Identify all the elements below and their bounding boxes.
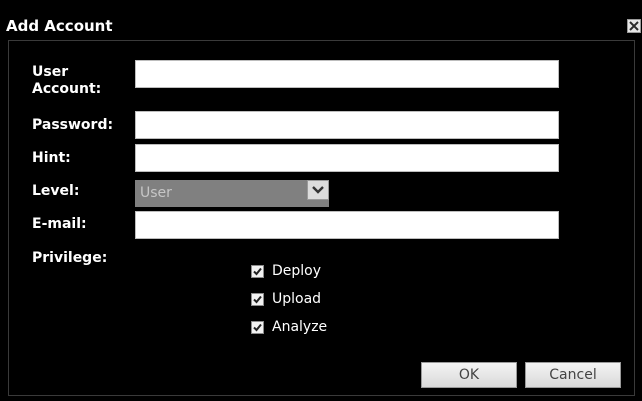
privilege-analyze-label: Analyze: [272, 319, 328, 335]
level-selected-value: User: [140, 185, 172, 201]
level-label: Level:: [32, 183, 80, 199]
close-icon: [629, 21, 639, 31]
password-label: Password:: [32, 117, 114, 133]
add-account-dialog: Add Account User Account: Password: Hint…: [0, 0, 642, 401]
privilege-upload-label: Upload: [272, 291, 322, 307]
hint-input[interactable]: [135, 144, 559, 172]
dialog-titlebar: Add Account: [4, 12, 642, 40]
password-input[interactable]: [135, 111, 559, 139]
hint-label: Hint:: [32, 150, 71, 166]
dialog-title: Add Account: [6, 17, 113, 35]
cancel-button[interactable]: Cancel: [525, 362, 621, 388]
checkbox-checked-icon: [251, 321, 264, 334]
close-button[interactable]: [627, 19, 641, 33]
ok-button[interactable]: OK: [421, 362, 517, 388]
user-account-input[interactable]: [135, 60, 559, 88]
checkbox-checked-icon: [251, 265, 264, 278]
level-dropdown-button[interactable]: [307, 180, 329, 200]
privilege-label: Privilege:: [32, 250, 108, 266]
email-label: E-mail:: [32, 216, 87, 232]
privilege-deploy-label: Deploy: [272, 263, 322, 279]
user-account-label: User Account:: [32, 64, 102, 97]
chevron-down-icon: [312, 186, 324, 194]
email-input[interactable]: [135, 211, 559, 239]
checkbox-checked-icon: [251, 293, 264, 306]
level-select[interactable]: User: [135, 180, 329, 207]
